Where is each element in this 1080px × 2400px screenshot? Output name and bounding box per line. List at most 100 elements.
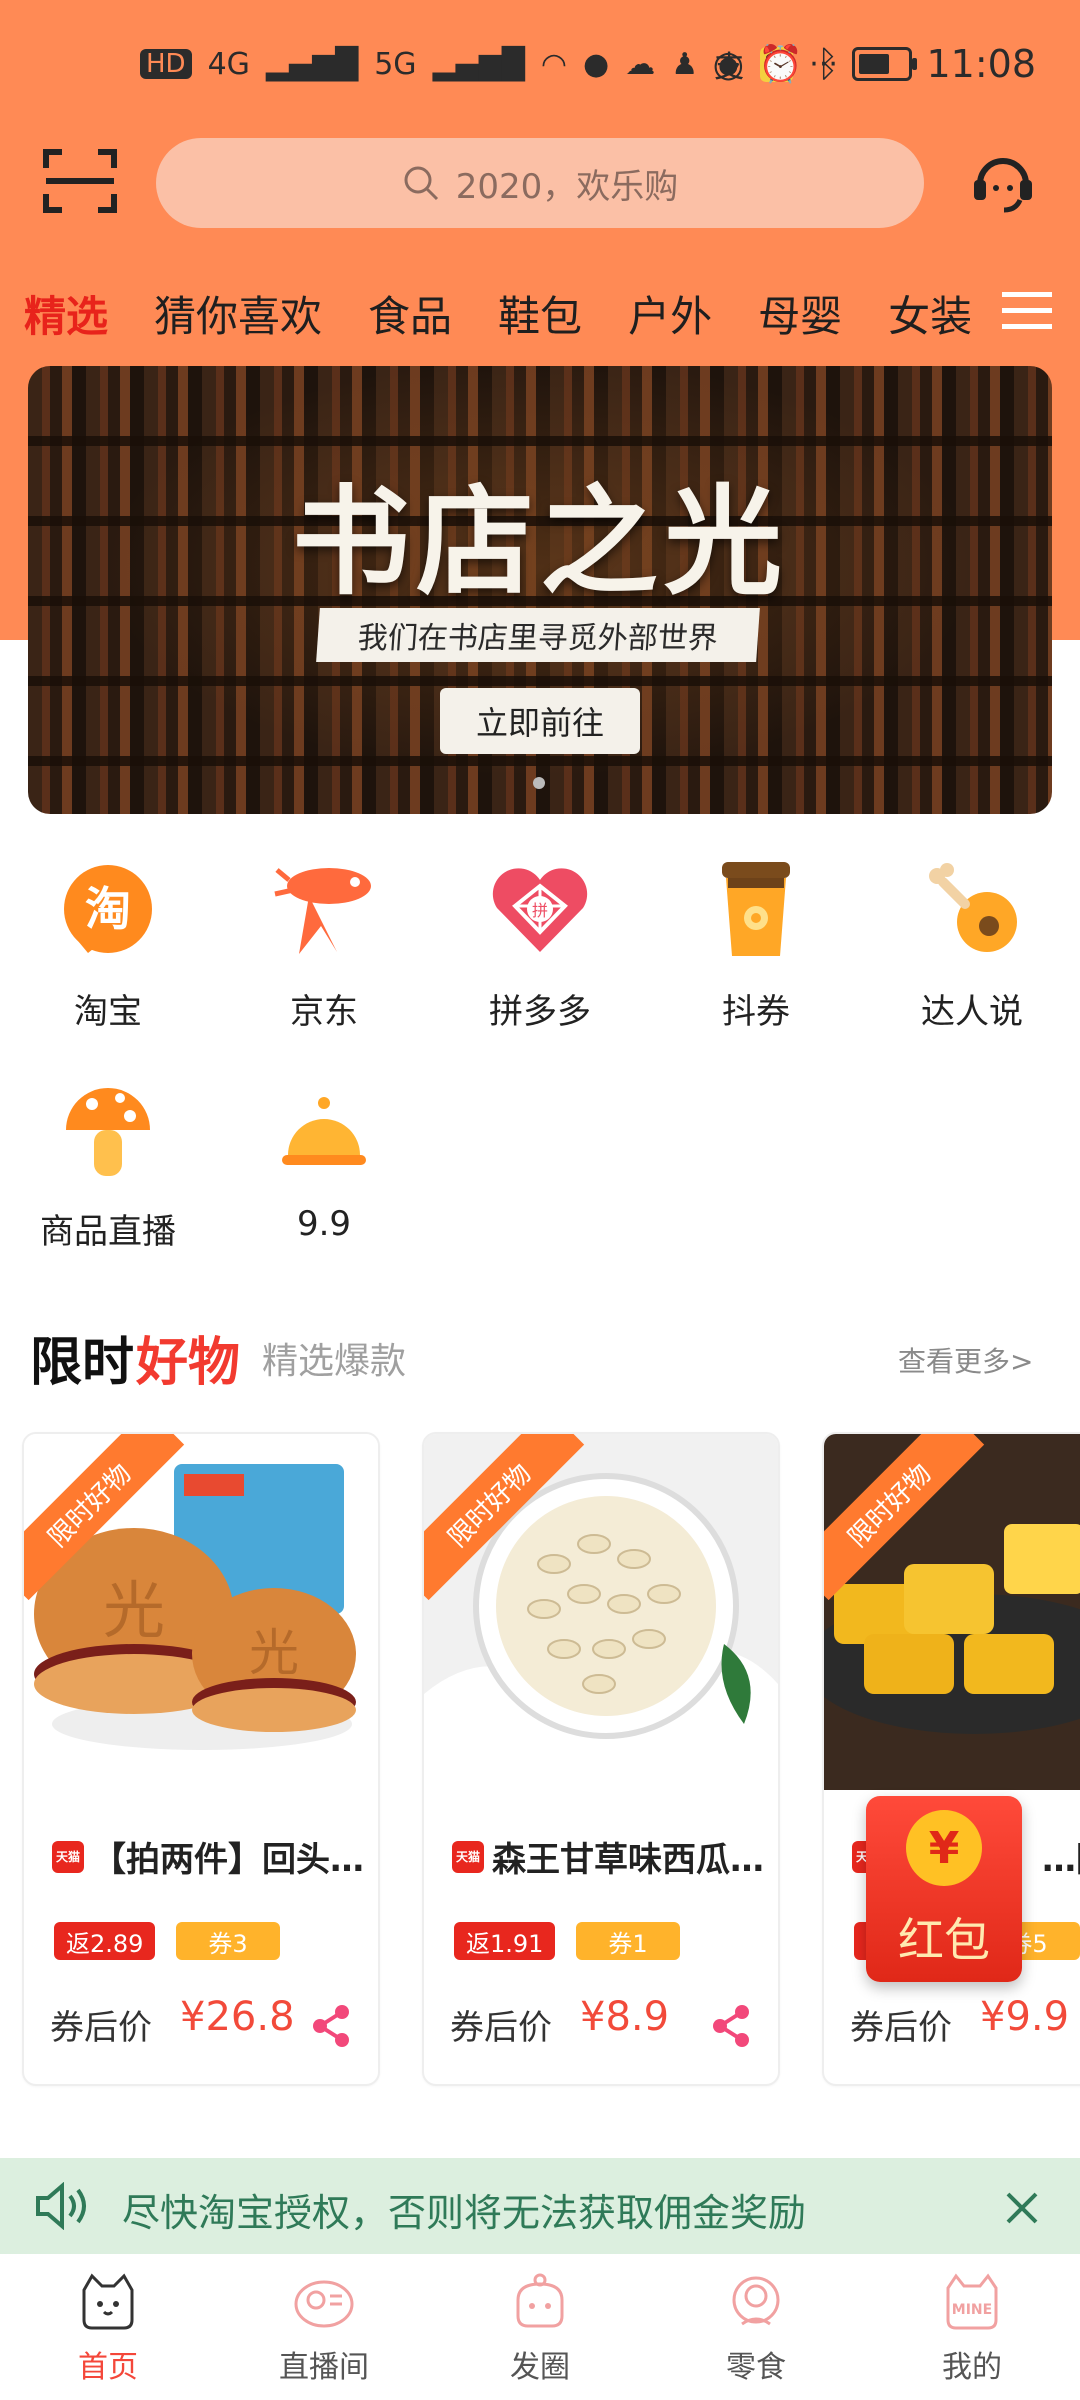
bell-icon <box>269 1076 379 1186</box>
category-tabs: 精选 猜你喜欢 食品 鞋包 户外 母婴 女装 <box>0 270 1080 356</box>
search-placeholder: 2020，欢乐购 <box>455 166 679 207</box>
snack-icon <box>732 2276 780 2326</box>
search-input[interactable]: 2020，欢乐购 <box>156 138 924 228</box>
status-time: 11:08 <box>926 42 1036 86</box>
promo-banner[interactable]: 书店之光 我们在书店里寻觅外部世界 立即前往 <box>28 366 1052 814</box>
close-icon[interactable] <box>1002 2188 1042 2228</box>
message-icon: ● <box>583 46 610 82</box>
douquan-icon <box>701 856 811 966</box>
eye-icon: ◉ <box>712 43 745 85</box>
jd-icon <box>269 856 379 966</box>
platform-label: 商品直播 <box>40 1212 176 1252</box>
nav-mine[interactable]: MINE 我的 <box>864 2254 1080 2400</box>
svg-text:光: 光 <box>249 1624 299 1682</box>
product-card[interactable]: 限时好物 天猫 …回忆 返 券5 券后价 ¥9.9 <box>822 1432 1080 2086</box>
nav-home[interactable]: 首页 <box>0 2254 216 2400</box>
platform-label: 拼多多 <box>489 992 591 1032</box>
platform-label: 9.9 <box>296 1204 352 1244</box>
tab-mother-baby[interactable]: 母婴 <box>758 283 842 344</box>
wifi-icon: ◠ <box>540 46 568 82</box>
product-image <box>824 1434 1080 1790</box>
speaker-icon <box>34 2181 92 2231</box>
share-circle-icon <box>516 2273 564 2328</box>
platform-daren[interactable]: 达人说 <box>864 856 1080 1033</box>
signal-5g-icon: 5G <box>374 46 417 82</box>
product-card[interactable]: 限时好物 天猫 森王甘草味西瓜… 返1.91 券1 券后价 ¥8.9 <box>422 1432 780 2086</box>
see-more-link[interactable]: 查看更多> <box>898 1340 1033 1380</box>
hd-indicator: HD <box>140 49 192 79</box>
pinduoduo-icon: 拼 <box>485 856 595 966</box>
svg-text:光: 光 <box>103 1574 165 1647</box>
nav-label: 首页 <box>78 2350 138 2385</box>
product-price: ¥26.8 <box>180 1994 295 2040</box>
section-title-part2: 好物 <box>136 1333 241 1393</box>
platform-pinduoduo[interactable]: 拼 拼多多 <box>432 856 648 1033</box>
cloud-icon: ☁ <box>625 46 656 82</box>
product-title-text: 【拍两件】回头… <box>92 1840 364 1880</box>
tab-featured[interactable]: 精选 <box>24 283 108 344</box>
platform-label: 达人说 <box>921 992 1023 1032</box>
banner-subtitle: 我们在书店里寻觅外部世界 <box>316 608 760 662</box>
platform-9-9[interactable]: 9.9 <box>216 1076 432 1244</box>
authorization-notice-bar: 尽快淘宝授权，否则将无法获取佣金奖励 <box>0 2158 1080 2254</box>
coupon-badge: 券3 <box>176 1922 280 1960</box>
platform-label: 淘宝 <box>74 992 142 1032</box>
signal-bars-icon: ▂▄▆█ <box>265 46 359 82</box>
customer-service-icon[interactable] <box>970 148 1036 218</box>
banner-cta-button[interactable]: 立即前往 <box>440 688 640 754</box>
tab-guess-you-like[interactable]: 猜你喜欢 <box>154 283 322 344</box>
product-title-text: 森王甘草味西瓜… <box>492 1840 764 1880</box>
rebate-badge: 返1.91 <box>454 1922 556 1960</box>
product-title: 天猫 【拍两件】回头… <box>52 1832 372 1881</box>
red-packet-button[interactable]: ¥ 红包 <box>866 1796 1022 1982</box>
platform-live-commerce[interactable]: 商品直播 <box>0 1076 216 1253</box>
tab-outdoor[interactable]: 户外 <box>628 283 712 344</box>
share-icon[interactable] <box>310 2004 354 2048</box>
red-packet-label: 红包 <box>898 1913 990 1967</box>
nav-snacks[interactable]: 零食 <box>648 2254 864 2400</box>
platform-taobao[interactable]: 淘 淘宝 <box>0 856 216 1033</box>
coupon-badge: 券1 <box>576 1922 680 1960</box>
banner-shelf <box>28 756 1052 766</box>
tab-food[interactable]: 食品 <box>368 283 452 344</box>
nav-share-circle[interactable]: 发圈 <box>432 2254 648 2400</box>
nav-live[interactable]: 直播间 <box>216 2254 432 2400</box>
alarm-icon: ⏰ <box>758 44 803 85</box>
tmall-icon: 天猫 <box>52 1840 84 1873</box>
product-price: ¥9.9 <box>980 1994 1070 2040</box>
svg-text:拼: 拼 <box>532 901 548 920</box>
platform-label: 抖券 <box>722 992 790 1032</box>
share-icon[interactable] <box>710 2004 754 2048</box>
live-icon <box>294 2280 354 2328</box>
platform-jd[interactable]: 京东 <box>216 856 432 1033</box>
signal-4g-icon: 4G <box>207 46 250 82</box>
status-bar: HD 4G ▂▄▆█ 5G ▂▄▆█ ◠ ● ☁ ♟ 支 ❦ ··· ◉ ⏰ ᛒ… <box>0 0 1080 130</box>
tab-womens-clothing[interactable]: 女装 <box>888 283 972 344</box>
bottom-navigation: 首页 直播间 发圈 零食 MINE 我的 <box>0 2254 1080 2400</box>
svg-text:淘: 淘 <box>85 882 131 936</box>
qq-icon: ♟ <box>671 46 699 82</box>
product-price: ¥8.9 <box>580 1994 670 2040</box>
category-menu-icon[interactable] <box>1002 290 1052 332</box>
scan-icon[interactable] <box>40 146 120 216</box>
cat-home-icon <box>82 2273 134 2330</box>
product-card[interactable]: 光 光 限时好物 天猫 【拍两件】回头… 返2.89 券3 券后价 ¥26.8 <box>22 1432 380 2086</box>
taobao-icon: 淘 <box>53 856 163 966</box>
mushroom-icon <box>53 1076 163 1186</box>
section-subtitle: 精选爆款 <box>262 1341 407 1382</box>
nav-label: 发圈 <box>510 2350 570 2385</box>
banner-shelf <box>28 676 1052 686</box>
rebate-badge: 返2.89 <box>54 1922 156 1960</box>
platform-label: 京东 <box>290 992 358 1032</box>
battery-icon <box>852 47 918 81</box>
search-icon <box>404 166 438 201</box>
svg-text:MINE: MINE <box>952 2302 992 2318</box>
price-label: 券后价 <box>450 2008 552 2048</box>
section-title-part1: 限时 <box>30 1333 135 1393</box>
mine-icon: MINE <box>946 2273 998 2330</box>
platform-douquan[interactable]: 抖券 <box>648 856 864 1033</box>
banner-title: 书店之光 <box>291 472 788 611</box>
price-label: 券后价 <box>50 2008 152 2048</box>
banner-page-indicator <box>533 777 545 789</box>
tab-shoes-bags[interactable]: 鞋包 <box>498 283 582 344</box>
